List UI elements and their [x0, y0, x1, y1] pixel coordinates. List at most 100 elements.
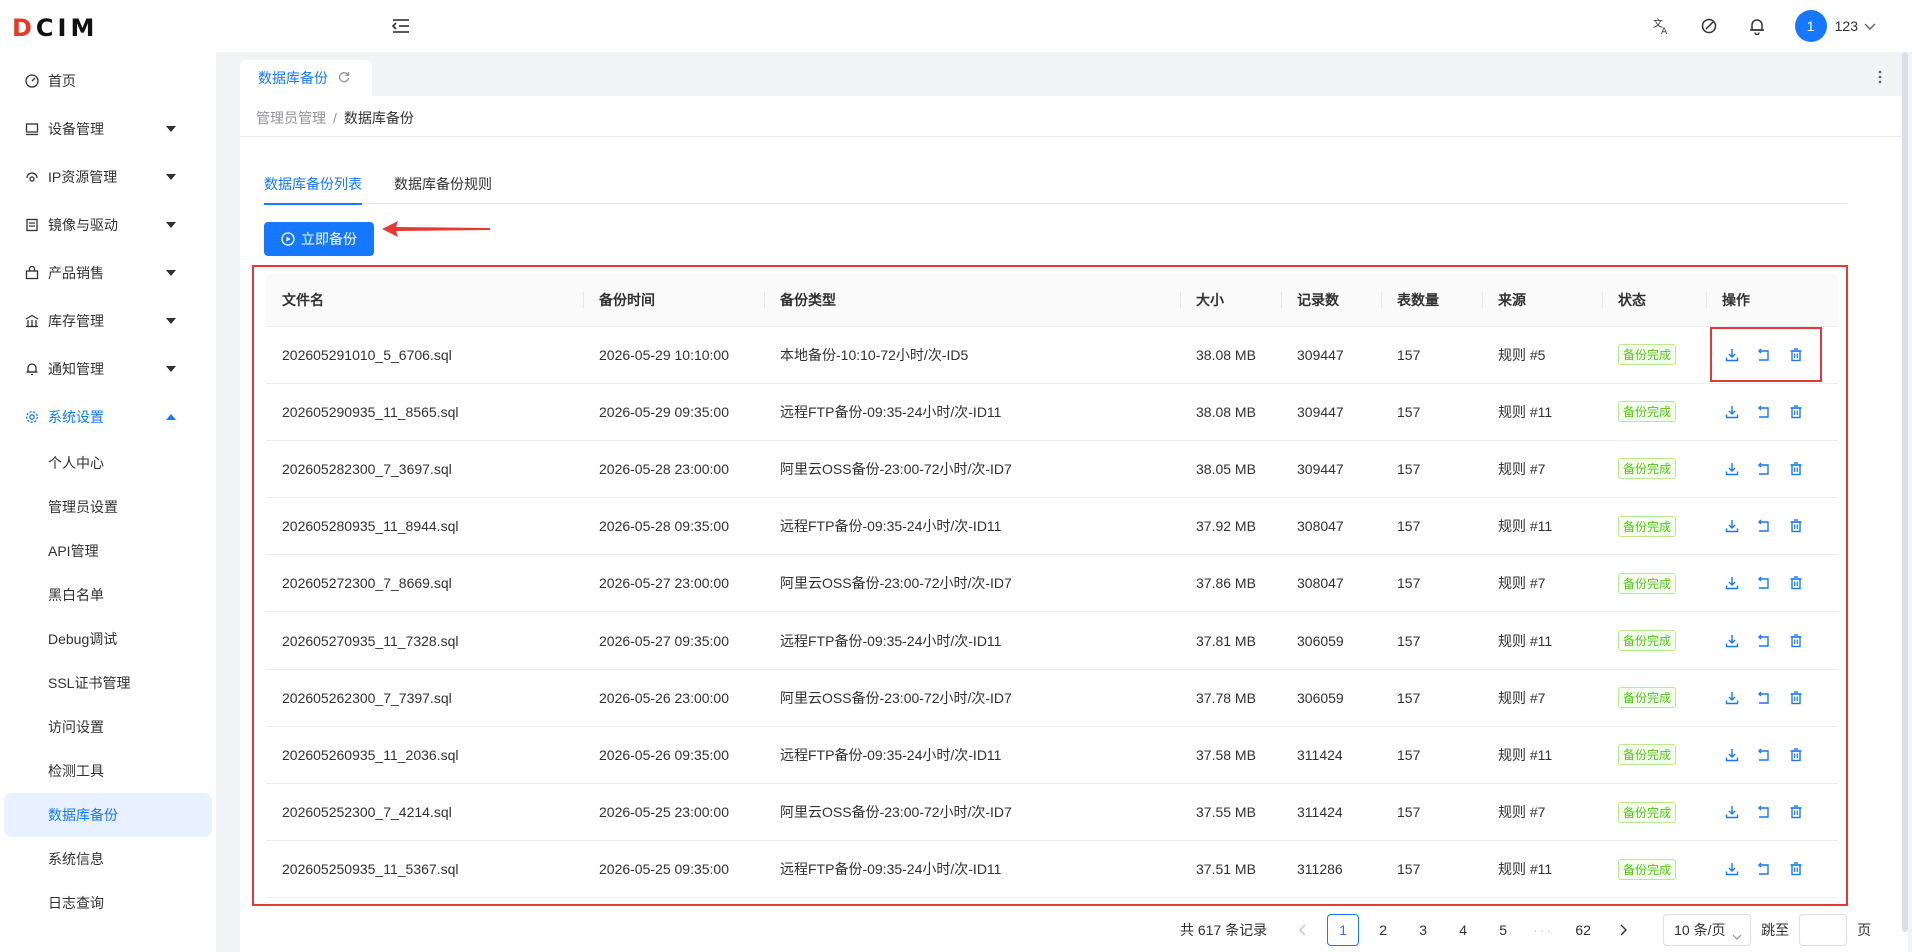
sidebar-subitem-8[interactable]: 数据库备份 — [4, 793, 212, 837]
cell-source: 规则 #7 — [1482, 669, 1602, 727]
cell-time: 2026-05-28 23:00:00 — [583, 440, 764, 499]
delete-icon[interactable] — [1786, 688, 1806, 708]
delete-icon[interactable] — [1786, 631, 1806, 651]
theme-icon[interactable] — [1699, 16, 1719, 36]
delete-icon[interactable] — [1786, 402, 1806, 422]
page-number-button[interactable]: 1 — [1327, 914, 1360, 946]
restore-icon[interactable] — [1754, 745, 1774, 765]
restore-icon[interactable] — [1754, 573, 1774, 593]
sidebar-subitem-0[interactable]: 个人中心 — [0, 441, 212, 485]
chevron-down-icon[interactable] — [1864, 18, 1876, 34]
page-number-button[interactable]: 5 — [1487, 914, 1519, 946]
cell-status: 备份完成 — [1602, 783, 1706, 842]
tab-backup-list[interactable]: 数据库备份列表 — [264, 174, 362, 205]
page-size-select[interactable]: 10 条/页 — [1663, 914, 1752, 946]
bell-icon[interactable] — [1747, 16, 1767, 36]
cell-tables: 157 — [1381, 554, 1482, 613]
cell-size: 37.58 MB — [1180, 726, 1281, 785]
download-icon[interactable] — [1722, 802, 1742, 822]
restore-icon[interactable] — [1754, 631, 1774, 651]
backup-now-button[interactable]: 立即备份 — [264, 222, 374, 256]
delete-icon[interactable] — [1786, 573, 1806, 593]
sidebar-subitem-5[interactable]: SSL证书管理 — [0, 661, 212, 705]
page-number-button[interactable]: 2 — [1367, 914, 1399, 946]
sidebar-subitem-4[interactable]: Debug调试 — [0, 617, 212, 661]
download-icon[interactable] — [1722, 688, 1742, 708]
sidebar-item-0[interactable]: 首页 — [0, 57, 216, 105]
delete-icon[interactable] — [1786, 802, 1806, 822]
download-icon[interactable] — [1722, 745, 1742, 765]
page-tab-database-backup[interactable]: 数据库备份 — [240, 60, 372, 96]
menu-collapse-icon[interactable] — [391, 18, 410, 37]
cell-size: 37.55 MB — [1180, 783, 1281, 842]
cell-records: 311286 — [1281, 840, 1381, 899]
download-icon[interactable] — [1722, 859, 1742, 879]
download-icon[interactable] — [1722, 516, 1742, 536]
network-icon — [24, 169, 40, 185]
sidebar-item-6[interactable]: 通知管理 — [0, 345, 216, 393]
page-tab-label: 数据库备份 — [258, 70, 328, 86]
sidebar-subitem-6[interactable]: 访问设置 — [0, 705, 212, 749]
restore-icon[interactable] — [1754, 402, 1774, 422]
cell-file: 202605272300_7_8669.sql — [266, 554, 583, 613]
cell-tables: 157 — [1381, 726, 1482, 785]
table-row: 202605290935_11_8565.sql 2026-05-29 09:35… — [266, 383, 1838, 441]
more-vertical-icon[interactable] — [1878, 70, 1882, 87]
table-row: 202605272300_7_8669.sql 2026-05-27 23:00:… — [266, 554, 1838, 613]
restore-icon[interactable] — [1754, 802, 1774, 822]
sidebar-item-2[interactable]: IP资源管理 — [0, 153, 216, 201]
sidebar-subitem-7[interactable]: 检测工具 — [0, 749, 212, 793]
sidebar-subitem-9[interactable]: 系统信息 — [0, 837, 212, 881]
top-header: 文A 1 123 — [216, 0, 1912, 52]
page-ellipsis[interactable]: ··· — [1527, 914, 1559, 946]
sidebar-item-5[interactable]: 库存管理 — [0, 297, 216, 345]
breadcrumb-parent[interactable]: 管理员管理 — [256, 110, 326, 126]
translate-icon[interactable]: 文A — [1651, 16, 1671, 36]
refresh-icon[interactable] — [338, 70, 350, 86]
delete-icon[interactable] — [1786, 745, 1806, 765]
avatar[interactable]: 1 — [1794, 10, 1827, 42]
cell-size: 37.81 MB — [1180, 611, 1281, 670]
delete-icon[interactable] — [1786, 516, 1806, 536]
cell-source: 规则 #11 — [1482, 840, 1602, 899]
sidebar-subitem-1[interactable]: 管理员设置 — [0, 485, 212, 529]
download-icon[interactable] — [1722, 631, 1742, 651]
page-scrollbar[interactable] — [1902, 52, 1908, 932]
restore-icon[interactable] — [1754, 859, 1774, 879]
tab-backup-rules[interactable]: 数据库备份规则 — [394, 174, 492, 204]
sidebar-item-1[interactable]: 设备管理 — [0, 105, 216, 153]
delete-icon[interactable] — [1786, 859, 1806, 879]
download-icon[interactable] — [1722, 459, 1742, 479]
cell-time: 2026-05-27 09:35:00 — [583, 611, 764, 670]
prev-page-button[interactable] — [1287, 914, 1319, 946]
page-number-button[interactable]: 3 — [1407, 914, 1439, 946]
sidebar-item-3[interactable]: 镜像与驱动 — [0, 201, 216, 249]
delete-icon[interactable] — [1786, 459, 1806, 479]
status-badge: 备份完成 — [1618, 858, 1677, 880]
cell-source: 规则 #7 — [1482, 440, 1602, 499]
next-page-button[interactable] — [1607, 914, 1639, 946]
restore-icon[interactable] — [1754, 688, 1774, 708]
table-row: 202605291010_5_6706.sql 2026-05-29 10:10:… — [266, 326, 1838, 384]
breadcrumb: 管理员管理 / 数据库备份 — [256, 108, 414, 128]
restore-icon[interactable] — [1754, 459, 1774, 479]
restore-icon[interactable] — [1754, 516, 1774, 536]
chevron-left-icon — [1299, 924, 1306, 936]
download-icon[interactable] — [1722, 402, 1742, 422]
jump-page-input[interactable] — [1799, 914, 1848, 946]
cell-actions — [1706, 783, 1838, 842]
sidebar-subitem-3[interactable]: 黑白名单 — [0, 573, 212, 617]
download-icon[interactable] — [1722, 573, 1742, 593]
caret-down-icon — [166, 270, 176, 276]
sidebar-item-4[interactable]: 产品销售 — [0, 249, 216, 297]
cell-type: 阿里云OSS备份-23:00-72小时/次-ID7 — [764, 554, 1180, 613]
cell-actions — [1706, 440, 1838, 499]
page-number-button[interactable]: 4 — [1447, 914, 1479, 946]
cell-status: 备份完成 — [1602, 326, 1706, 384]
sidebar-item-7[interactable]: 系统设置 — [0, 393, 216, 441]
logo[interactable]: DCIM — [12, 14, 98, 42]
sidebar-subitem-2[interactable]: API管理 — [0, 529, 212, 573]
page-number-button[interactable]: 62 — [1567, 914, 1599, 946]
user-name[interactable]: 123 — [1835, 18, 1858, 34]
sidebar-subitem-10[interactable]: 日志查询 — [0, 881, 212, 925]
